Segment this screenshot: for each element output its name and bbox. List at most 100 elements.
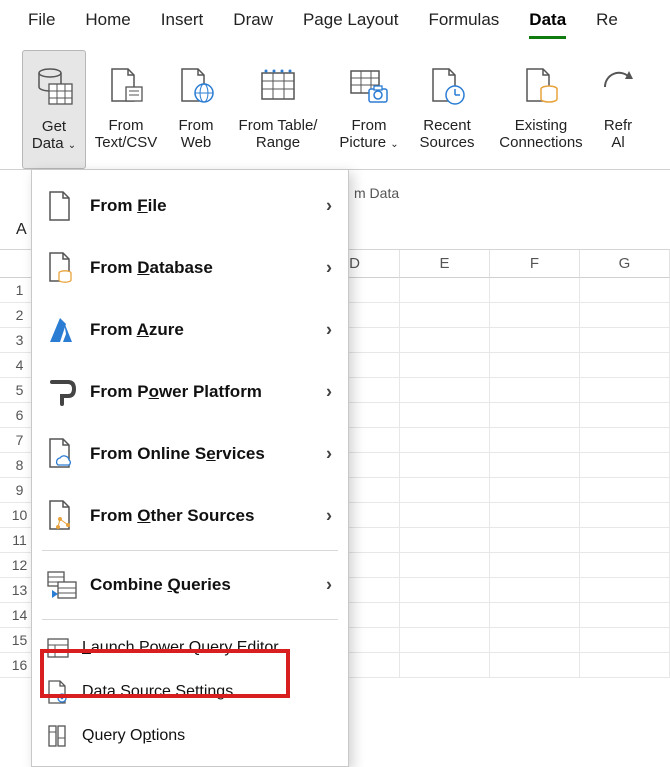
cell[interactable] [490,528,580,553]
cell[interactable] [490,653,580,678]
menu-from-azure[interactable]: From Azure › [32,302,348,358]
cell[interactable] [400,478,490,503]
tab-formulas[interactable]: Formulas [428,10,499,36]
cell[interactable] [490,603,580,628]
tab-file[interactable]: File [28,10,55,36]
cell[interactable] [580,603,670,628]
from-text-csv-button[interactable]: From Text/CSV [86,50,166,169]
menu-label: From File [90,196,167,216]
cell[interactable] [580,528,670,553]
file-web-icon [176,54,216,116]
menu-from-power-platform[interactable]: From Power Platform › [32,364,348,420]
cell[interactable] [580,303,670,328]
menu-query-options[interactable]: Query Options [32,714,348,758]
menu-label: From Azure [90,320,184,340]
menu-combine-queries[interactable]: Combine Queries › [32,557,348,613]
get-data-button[interactable]: Get Data ⌄ [22,50,86,169]
from-web-label: From Web [179,118,214,152]
cell[interactable] [400,428,490,453]
menu-from-other-sources[interactable]: From Other Sources › [32,488,348,544]
ribbon-group-label-partial: m Data [354,185,399,201]
col-header-e[interactable]: E [400,250,490,278]
cell[interactable] [580,453,670,478]
refresh-all-label: Refr Al [604,118,632,152]
cell[interactable] [580,553,670,578]
file-gear-icon [46,679,82,705]
tab-page-layout[interactable]: Page Layout [303,10,398,36]
cell[interactable] [490,553,580,578]
cell[interactable] [490,628,580,653]
from-table-range-button[interactable]: From Table/ Range [226,50,330,169]
file-nodes-icon [46,499,90,533]
power-platform-icon [46,378,90,406]
recent-sources-label: Recent Sources [419,118,474,152]
refresh-icon [601,54,635,116]
existing-connections-button[interactable]: Existing Connections [486,50,596,169]
cell[interactable] [400,528,490,553]
cell[interactable] [490,453,580,478]
cell[interactable] [580,428,670,453]
recent-sources-button[interactable]: Recent Sources [408,50,486,169]
refresh-all-button-partial[interactable]: Refr Al [596,50,640,169]
cell[interactable] [400,278,490,303]
tab-home[interactable]: Home [85,10,130,36]
cell[interactable] [490,328,580,353]
cell[interactable] [400,353,490,378]
file-database-icon [521,54,561,116]
cell[interactable] [580,628,670,653]
editor-icon [46,637,82,659]
col-header-f[interactable]: F [490,250,580,278]
from-picture-button[interactable]: From Picture ⌄ [330,50,408,169]
table-icon [256,54,300,116]
cell[interactable] [400,403,490,428]
menu-launch-power-query-editor[interactable]: Launch Power Query Editor... [32,626,348,670]
cell[interactable] [580,503,670,528]
azure-icon [46,316,90,344]
cell[interactable] [490,503,580,528]
tab-draw[interactable]: Draw [233,10,273,36]
cell[interactable] [400,603,490,628]
cell[interactable] [580,278,670,303]
cell[interactable] [400,503,490,528]
database-grid-icon [32,55,76,117]
menu-data-source-settings[interactable]: Data Source Settings... [32,670,348,714]
chevron-right-icon: › [326,382,332,403]
from-table-range-label: From Table/ Range [239,118,318,152]
cell[interactable] [490,403,580,428]
chevron-right-icon: › [326,444,332,465]
tab-review-partial[interactable]: Re [596,10,618,36]
cell[interactable] [580,403,670,428]
cell[interactable] [580,478,670,503]
cell[interactable] [400,303,490,328]
tab-insert[interactable]: Insert [161,10,204,36]
cell[interactable] [580,378,670,403]
ribbon: Get Data ⌄ From Text/CSV From Web [0,44,670,170]
col-header-g[interactable]: G [580,250,670,278]
cell[interactable] [400,378,490,403]
menu-label: From Online Services [90,444,265,464]
cell[interactable] [490,303,580,328]
from-web-button[interactable]: From Web [166,50,226,169]
cell[interactable] [400,653,490,678]
cell[interactable] [490,278,580,303]
cell[interactable] [580,353,670,378]
menu-from-online-services[interactable]: From Online Services › [32,426,348,482]
cell[interactable] [490,428,580,453]
cell[interactable] [400,453,490,478]
cell[interactable] [580,328,670,353]
cell[interactable] [490,578,580,603]
cell[interactable] [400,328,490,353]
cell[interactable] [400,553,490,578]
menu-label: Launch Power Query Editor... [82,639,291,657]
cell[interactable] [400,578,490,603]
cell[interactable] [490,353,580,378]
tab-data[interactable]: Data [529,10,566,39]
menu-from-file[interactable]: From File › [32,178,348,234]
menu-from-database[interactable]: From Database › [32,240,348,296]
cell[interactable] [580,578,670,603]
cell[interactable] [400,628,490,653]
get-data-label: Get Data [32,118,66,152]
cell[interactable] [580,653,670,678]
cell[interactable] [490,478,580,503]
cell[interactable] [490,378,580,403]
